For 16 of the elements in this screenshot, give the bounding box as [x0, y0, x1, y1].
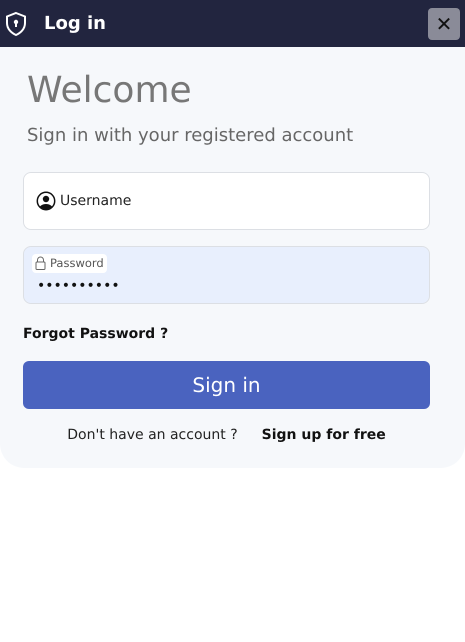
forgot-password-link[interactable]: Forgot Password ?	[23, 324, 168, 346]
signup-link[interactable]: Sign up for free	[262, 425, 386, 446]
heading: Welcome	[27, 69, 193, 112]
password-field[interactable]: ••••••••••	[37, 276, 422, 297]
field-label-text: Password	[50, 254, 104, 272]
input-field[interactable]: Password ••••••••••	[23, 246, 430, 304]
subheading: Sign in with your registered account	[27, 124, 354, 148]
lock-icon	[35, 256, 46, 270]
shield-icon	[4, 10, 28, 36]
input-field[interactable]: Username	[23, 172, 430, 230]
sign-in-button[interactable]: Sign in	[23, 361, 430, 410]
user-icon	[36, 191, 56, 212]
username-field[interactable]: Username	[60, 190, 417, 212]
window-title: Log in	[44, 12, 106, 36]
signup-prompt: Don't have an account ?	[67, 426, 238, 446]
close-button[interactable]: ✕	[428, 8, 460, 40]
